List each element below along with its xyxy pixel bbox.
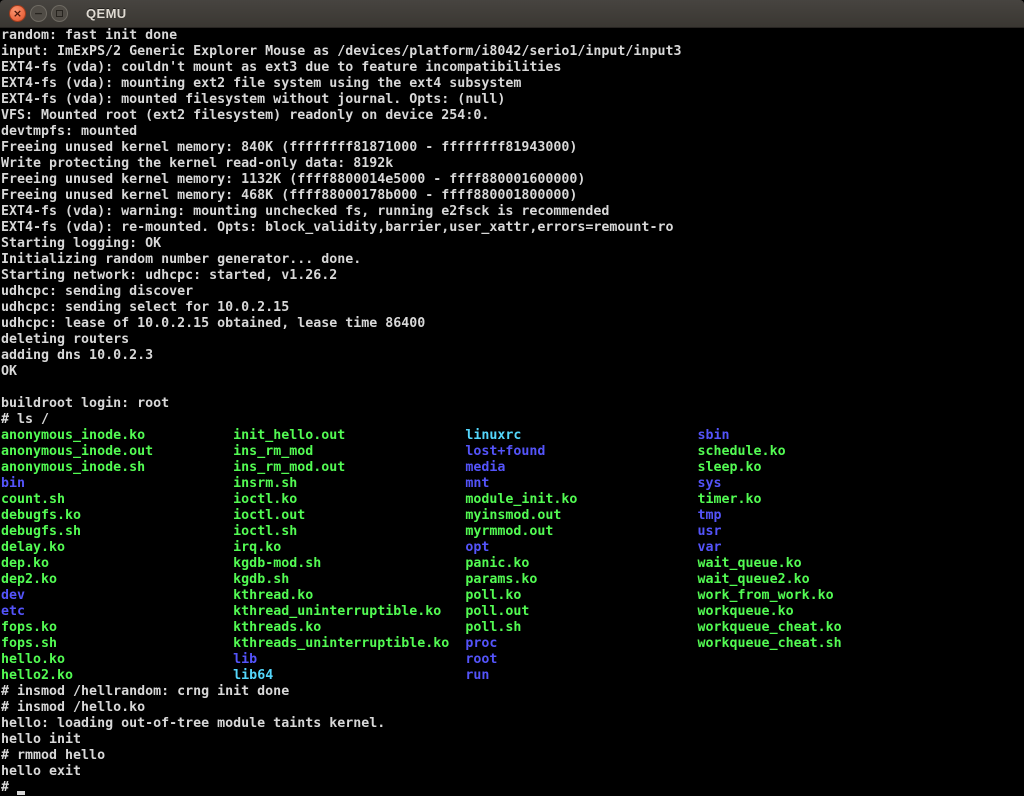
terminal-line: udhcpc: sending discover [1,284,1024,300]
minimize-button[interactable]: − [30,5,47,22]
terminal-line: hello init [1,732,1024,748]
terminal-line: etc kthread_uninterruptible.ko poll.out … [1,604,1024,620]
terminal-line: bin insrm.sh mnt sys [1,476,1024,492]
terminal-line: EXT4-fs (vda): mounting ext2 file system… [1,76,1024,92]
close-button[interactable]: × [9,5,26,22]
terminal-line: VFS: Mounted root (ext2 filesystem) read… [1,108,1024,124]
terminal-line: EXT4-fs (vda): couldn't mount as ext3 du… [1,60,1024,76]
terminal-line: Freeing unused kernel memory: 468K (ffff… [1,188,1024,204]
terminal-line: deleting routers [1,332,1024,348]
terminal-line: anonymous_inode.out ins_rm_mod lost+foun… [1,444,1024,460]
minimize-icon: − [34,8,43,19]
terminal-line: adding dns 10.0.2.3 [1,348,1024,364]
terminal-line: debugfs.ko ioctl.out myinsmod.out tmp [1,508,1024,524]
window-title: QEMU [86,7,127,20]
terminal-line: count.sh ioctl.ko module_init.ko timer.k… [1,492,1024,508]
terminal-line: EXT4-fs (vda): re-mounted. Opts: block_v… [1,220,1024,236]
terminal-line: hello: loading out-of-tree module taints… [1,716,1024,732]
terminal-line: random: fast init done [1,28,1024,44]
terminal-line: EXT4-fs (vda): warning: mounting uncheck… [1,204,1024,220]
terminal-line: anonymous_inode.sh ins_rm_mod.out media … [1,460,1024,476]
terminal-cursor [17,791,25,795]
terminal-line: # insmod /hellrandom: crng init done [1,684,1024,700]
terminal-line: # insmod /hello.ko [1,700,1024,716]
terminal-line: Starting logging: OK [1,236,1024,252]
terminal-line: Write protecting the kernel read-only da… [1,156,1024,172]
terminal-line: hello2.ko lib64 run [1,668,1024,684]
terminal-line: Starting network: udhcpc: started, v1.26… [1,268,1024,284]
terminal-line: dep2.ko kgdb.sh params.ko wait_queue2.ko [1,572,1024,588]
terminal-line: dev kthread.ko poll.ko work_from_work.ko [1,588,1024,604]
terminal-line: fops.ko kthreads.ko poll.sh workqueue_ch… [1,620,1024,636]
terminal-line: Freeing unused kernel memory: 1132K (fff… [1,172,1024,188]
terminal-line: OK [1,364,1024,380]
terminal-line: Freeing unused kernel memory: 840K (ffff… [1,140,1024,156]
terminal-line: anonymous_inode.ko init_hello.out linuxr… [1,428,1024,444]
terminal-line: buildroot login: root [1,396,1024,412]
terminal-line: # [1,780,1024,796]
terminal-line: udhcpc: lease of 10.0.2.15 obtained, lea… [1,316,1024,332]
terminal-line: fops.sh kthreads_uninterruptible.ko proc… [1,636,1024,652]
terminal-line [1,380,1024,396]
maximize-icon [56,10,63,17]
maximize-button[interactable] [51,5,68,22]
terminal-line: hello exit [1,764,1024,780]
terminal-line: delay.ko irq.ko opt var [1,540,1024,556]
terminal-line: # ls / [1,412,1024,428]
terminal-line: # rmmod hello [1,748,1024,764]
window-titlebar[interactable]: × − QEMU [0,0,1024,28]
close-icon: × [13,8,22,19]
terminal-line: input: ImExPS/2 Generic Explorer Mouse a… [1,44,1024,60]
terminal-line: devtmpfs: mounted [1,124,1024,140]
terminal-line: EXT4-fs (vda): mounted filesystem withou… [1,92,1024,108]
terminal-line: debugfs.sh ioctl.sh myrmmod.out usr [1,524,1024,540]
terminal-line: dep.ko kgdb-mod.sh panic.ko wait_queue.k… [1,556,1024,572]
terminal-line: Initializing random number generator... … [1,252,1024,268]
terminal-line: udhcpc: sending select for 10.0.2.15 [1,300,1024,316]
qemu-window: × − QEMU random: fast init doneinput: Im… [0,0,1024,796]
terminal-line: hello.ko lib root [1,652,1024,668]
terminal-screen[interactable]: random: fast init doneinput: ImExPS/2 Ge… [0,28,1024,796]
